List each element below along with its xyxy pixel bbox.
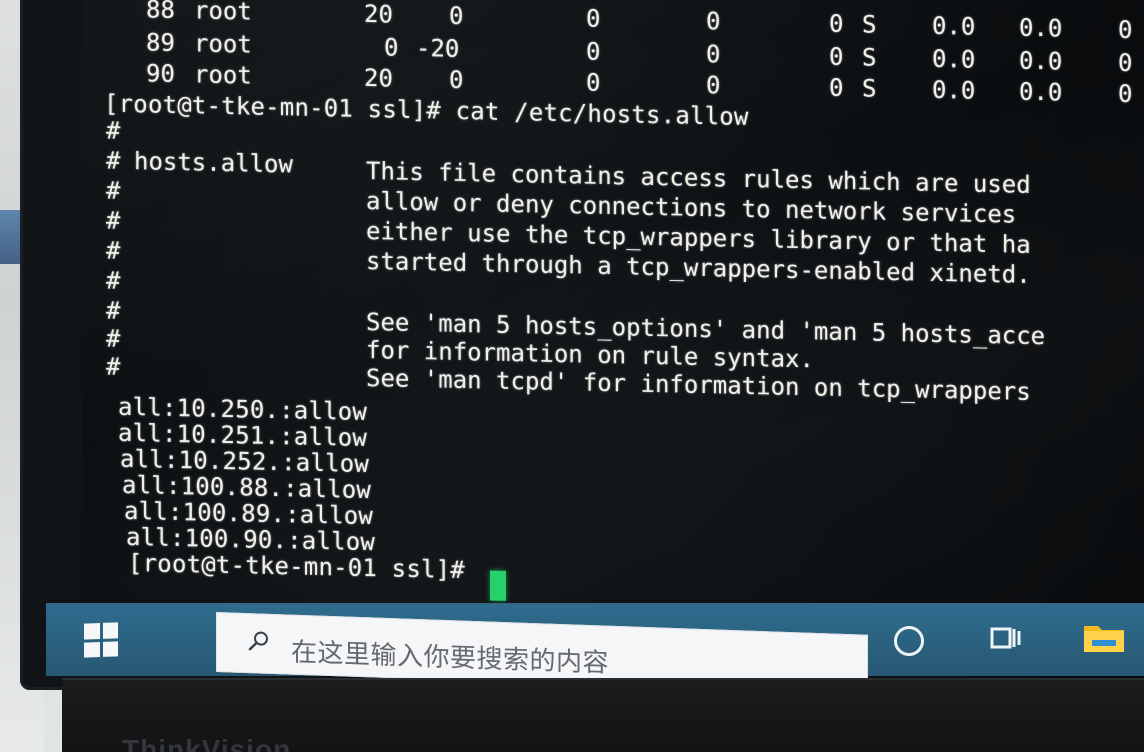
proc-row-90-virt: 0 [586, 68, 601, 97]
proc-row-90-pid: 90 [146, 59, 175, 88]
proc-row-89-shr: 0 [829, 42, 844, 71]
proc-row-88-pid: 88 [146, 0, 175, 24]
comment-hash: # [106, 266, 121, 295]
proc-row-89-pr: 0 [384, 33, 399, 62]
brand-logo: ThinkVision [122, 734, 292, 752]
comment-hash: # [106, 206, 121, 235]
proc-row-89-ni: -20 [416, 33, 460, 63]
comment-hash: # [106, 324, 121, 353]
proc-row-88-s: S [862, 10, 877, 39]
proc-row-90-pr: 20 [364, 63, 393, 93]
proc-row-90-ni: 0 [449, 65, 464, 94]
photo-scene: 88 root 20 0 0 0 0 S 0.0 0.0 0 89 root 0… [0, 0, 1144, 752]
proc-row-90-time: 0 [1118, 79, 1133, 109]
proc-row-89-mem: 0.0 [1019, 46, 1063, 76]
monitor-lower-bezel: ThinkVision [62, 678, 1144, 752]
monitor-screen: 88 root 20 0 0 0 0 S 0.0 0.0 0 89 root 0… [82, 0, 1144, 680]
proc-row-90-s: S [862, 74, 877, 103]
comment-hash: # [106, 176, 121, 205]
proc-row-90-mem: 0.0 [1019, 77, 1063, 107]
proc-row-88-ni: 0 [449, 1, 464, 30]
proc-row-89-virt: 0 [586, 37, 601, 66]
task-view-icon[interactable] [986, 622, 1022, 654]
comment-hash: # [106, 352, 121, 381]
proc-row-88-shr: 0 [829, 9, 844, 38]
proc-row-90-cpu: 0.0 [932, 75, 976, 105]
comment-label-hosts-allow: hosts.allow [134, 147, 293, 179]
proc-row-88-time: 0 [1118, 15, 1133, 45]
comment-hash: # [106, 296, 121, 325]
cortana-icon[interactable] [894, 626, 924, 656]
search-placeholder: 在这里输入你要搜索的内容 [291, 637, 610, 679]
prompt: [root@t-tke-mn-01 ssl]# [128, 548, 465, 585]
comment-hash: # [106, 236, 121, 265]
file-explorer-icon[interactable] [1082, 618, 1126, 656]
terminal-cursor[interactable] [490, 570, 506, 601]
proc-row-89-cpu: 0.0 [932, 44, 976, 74]
proc-row-89-pid: 89 [146, 28, 175, 57]
proc-row-88-virt: 0 [586, 4, 601, 33]
comment-hash: # [106, 146, 121, 175]
comment-hash: # [106, 116, 121, 145]
proc-row-90-user: root [194, 60, 252, 90]
proc-row-88-pr: 20 [364, 0, 393, 29]
start-button[interactable] [46, 604, 156, 676]
search-icon [248, 631, 268, 651]
proc-row-89-s: S [862, 43, 877, 72]
proc-row-88-cpu: 0.0 [932, 11, 976, 41]
proc-row-90-res: 0 [706, 71, 721, 100]
proc-row-88-res: 0 [706, 7, 721, 36]
proc-row-89-res: 0 [706, 40, 721, 69]
proc-row-88-mem: 0.0 [1019, 13, 1063, 43]
terminal-window[interactable]: 88 root 20 0 0 0 0 S 0.0 0.0 0 89 root 0… [82, 0, 1144, 622]
proc-row-88-user: root [194, 0, 252, 26]
windows-taskbar: 在这里输入你要搜索的内容 [46, 603, 1144, 695]
command-line: [root@t-tke-mn-01 ssl]# cat /etc/hosts.a… [104, 89, 749, 131]
windows-logo-icon [84, 622, 118, 658]
comment-text: See 'man tcpd' for information on tcp_wr… [366, 363, 1031, 406]
proc-row-89-user: root [194, 29, 252, 59]
proc-row-89-time: 0 [1118, 48, 1133, 78]
proc-row-90-shr: 0 [829, 73, 844, 102]
